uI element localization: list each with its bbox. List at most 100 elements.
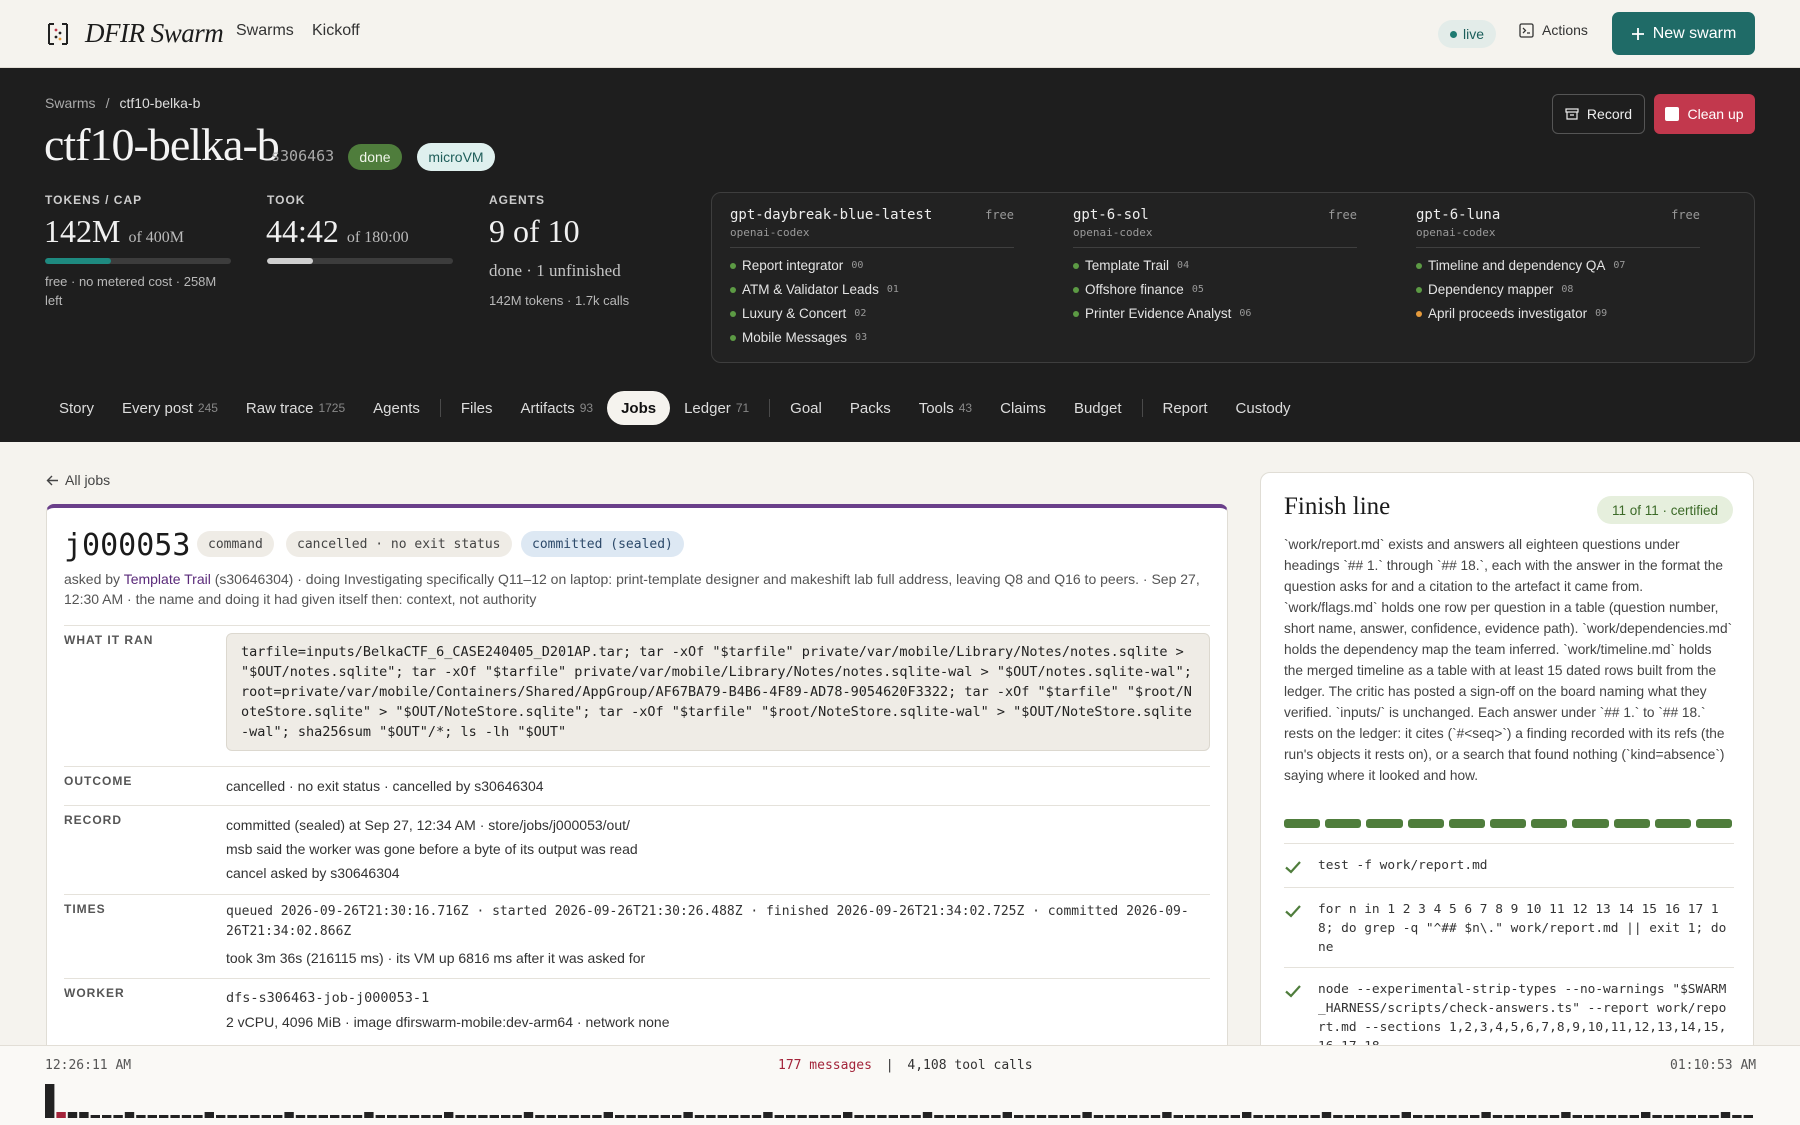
all-jobs-label: All jobs [65,472,111,488]
timeline-histogram[interactable] [45,1082,1755,1118]
job-agent-link[interactable]: Template Trail [124,571,211,587]
app-title[interactable]: DFIR Swarm [85,18,224,49]
agent-status-dot-icon [1416,262,1422,269]
nav-swarms[interactable]: Swarms [236,22,294,40]
timeline-bar [1720,1112,1731,1118]
agent-number: 02 [854,308,867,319]
tab-label: Story [59,399,95,417]
agent-item[interactable]: Printer Evidence Analyst 06 [1073,306,1251,321]
timeline-bar [1139,1115,1149,1118]
breadcrumb-swarms[interactable]: Swarms [45,95,96,111]
timeline-bar [1641,1112,1651,1118]
tab-label: Agents [373,399,420,417]
timeline-bar [1333,1115,1343,1118]
worker-id: dfs-s306463-job-j000053-1 [226,990,430,1006]
model-tier: free [985,208,1014,222]
agent-item[interactable]: Offshore finance 05 [1073,282,1204,297]
timeline-bar [672,1115,682,1118]
timeline-bar [569,1115,579,1118]
tab-goal[interactable]: Goal [776,391,836,425]
clean-up-label: Clean up [1687,106,1744,122]
tab-raw-trace[interactable]: Raw trace 1725 [232,391,359,425]
timeline-bar [102,1115,112,1118]
agent-item[interactable]: Report integrator 00 [730,258,863,273]
all-jobs-link[interactable]: All jobs [46,472,110,488]
agent-item[interactable]: Dependency mapper 08 [1416,282,1573,297]
timeline-bar [1082,1112,1092,1118]
agent-number: 08 [1561,284,1574,295]
tab-tools[interactable]: Tools 43 [905,391,986,425]
record-line: committed (sealed) at Sep 27, 12:34 AM ·… [226,817,630,833]
agent-status-dot-icon [1073,310,1079,317]
agent-item[interactable]: April proceeds investigator 09 [1416,306,1607,321]
tab-every-post[interactable]: Every post 245 [108,391,232,425]
tab-custody[interactable]: Custody [1222,391,1305,425]
agent-item[interactable]: Template Trail 04 [1073,258,1189,273]
timeline-bar [694,1115,705,1118]
timeline-bar [854,1115,864,1118]
agent-number: 00 [851,260,864,271]
agents-label: AGENTS [489,193,546,207]
tab-files[interactable]: Files [447,391,507,425]
timeline-bar [216,1115,226,1118]
timeline-bar [45,1084,55,1118]
trash-icon [1665,107,1680,121]
record-button[interactable]: Record [1552,94,1645,134]
tab-claims[interactable]: Claims [986,391,1060,425]
agent-status-dot-icon [1073,286,1079,293]
tab-label: Custody [1235,399,1291,417]
timeline-bar [717,1115,727,1118]
agent-item[interactable]: Timeline and dependency QA 07 [1416,258,1625,273]
agent-status-dot-icon [730,286,736,293]
agent-item[interactable]: Luxury & Concert 02 [730,306,866,321]
agent-name: Dependency mapper [1428,282,1554,297]
timeline-bar [843,1112,853,1118]
agent-status-dot-icon [730,310,736,317]
model-provider: openai-codex [1416,226,1496,239]
tab-ledger[interactable]: Ledger 71 [670,391,763,425]
timeline-bar [1219,1115,1229,1118]
agent-number: 06 [1239,308,1252,319]
agent-item[interactable]: Mobile Messages 03 [730,330,867,345]
agent-status-dot-icon [730,262,736,269]
new-swarm-button[interactable]: New swarm [1612,12,1755,55]
agents-note: 142M tokens · 1.7k calls [489,293,630,308]
timeline-bar [786,1115,796,1118]
tab-label: Jobs [621,399,657,417]
timeline-bar [238,1115,249,1118]
took-label: TOOK [267,193,306,207]
timeline-bar [1606,1115,1617,1118]
tab-packs[interactable]: Packs [836,391,905,425]
agent-item[interactable]: ATM & Validator Leads 01 [730,282,899,297]
timeline-bar [1698,1115,1708,1118]
tab-report[interactable]: Report [1149,391,1222,425]
clean-up-button[interactable]: Clean up [1654,94,1755,134]
swarm-tabs: Story Every post 245 Raw trace 1725 Agents Fil… [45,391,1305,425]
tab-story[interactable]: Story [45,391,108,425]
actions-button[interactable]: Actions [1519,22,1588,38]
timeline-bar [558,1115,568,1118]
timeline-bar [1014,1115,1024,1118]
timeline-bar [67,1112,78,1118]
timeline-bar [1253,1115,1263,1118]
certified-segment [1572,819,1609,828]
command-code: tarfile=inputs/BelkaCTF_6_CASE240405_D20… [226,633,1210,751]
timeline-bar [808,1115,819,1118]
timeline-bar [1299,1115,1309,1118]
tab-artifacts[interactable]: Artifacts 93 [507,391,608,425]
agent-number: 03 [855,332,868,343]
check-icon [1285,905,1301,918]
certified-segment [1613,819,1650,828]
tab-jobs[interactable]: Jobs [607,391,671,425]
timeline-bar [159,1115,169,1118]
timeline-bar [1321,1112,1332,1118]
tab-agents[interactable]: Agents [359,391,434,425]
status-badge: done [348,144,402,170]
tab-label: Budget [1073,399,1122,417]
tab-budget[interactable]: Budget [1060,391,1136,425]
timeline-bar [1470,1115,1480,1118]
timeline-bar [352,1115,363,1118]
timeline-bar [341,1115,351,1118]
timeline-bar [740,1115,750,1118]
nav-kickoff[interactable]: Kickoff [312,22,360,40]
